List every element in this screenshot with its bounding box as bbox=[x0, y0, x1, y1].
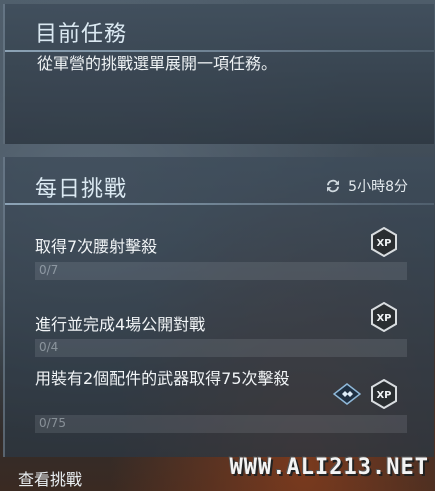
timer-text: 5小時8分 bbox=[348, 179, 408, 195]
xp-icon: XP bbox=[371, 379, 397, 409]
progress-label: 0/4 bbox=[39, 340, 59, 354]
daily-challenges-panel: 每日挑戰 5小時8分 取得7次腰射擊殺 0/7 XP 進行並完成4場公開對戰 0… bbox=[3, 157, 434, 457]
challenge-text: 用裝有2個配件的武器取得75次擊殺 bbox=[35, 369, 290, 388]
svg-text:XP: XP bbox=[376, 238, 391, 249]
progress-label: 0/75 bbox=[39, 416, 66, 430]
challenge-progress-bar: 0/7 bbox=[35, 262, 407, 280]
challenge-progress-bar: 0/4 bbox=[35, 339, 407, 357]
current-task-title: 目前任務 bbox=[35, 22, 128, 47]
xp-icon: XP bbox=[371, 302, 397, 332]
challenge-item[interactable]: 用裝有2個配件的武器取得75次擊殺 0/75 bbox=[35, 369, 407, 433]
challenge-text: 進行並完成4場公開對戰 bbox=[35, 315, 206, 334]
svg-text:XP: XP bbox=[376, 313, 391, 324]
view-challenges-button[interactable]: 查看挑戰 bbox=[18, 466, 82, 490]
title-divider bbox=[5, 203, 434, 205]
attachment-icon bbox=[333, 383, 361, 405]
progress-label: 0/7 bbox=[39, 263, 59, 277]
challenge-text: 取得7次腰射擊殺 bbox=[35, 237, 158, 256]
site-watermark: WWW.ALI213.NET bbox=[229, 455, 429, 480]
refresh-icon bbox=[327, 179, 340, 193]
xp-icon: XP bbox=[371, 227, 397, 257]
challenge-item[interactable]: 進行並完成4場公開對戰 0/4 bbox=[35, 315, 415, 357]
current-task-description: 從軍營的挑戰選單展開一項任務。 bbox=[37, 54, 278, 73]
svg-text:XP: XP bbox=[376, 390, 391, 401]
daily-challenges-title: 每日挑戰 bbox=[35, 177, 128, 202]
current-task-panel: 目前任務 從軍營的挑戰選單展開一項任務。 bbox=[3, 4, 434, 144]
challenge-item[interactable]: 取得7次腰射擊殺 0/7 bbox=[35, 237, 415, 280]
reset-timer: 5小時8分 bbox=[324, 176, 408, 196]
challenge-progress-bar: 0/75 bbox=[35, 415, 407, 433]
